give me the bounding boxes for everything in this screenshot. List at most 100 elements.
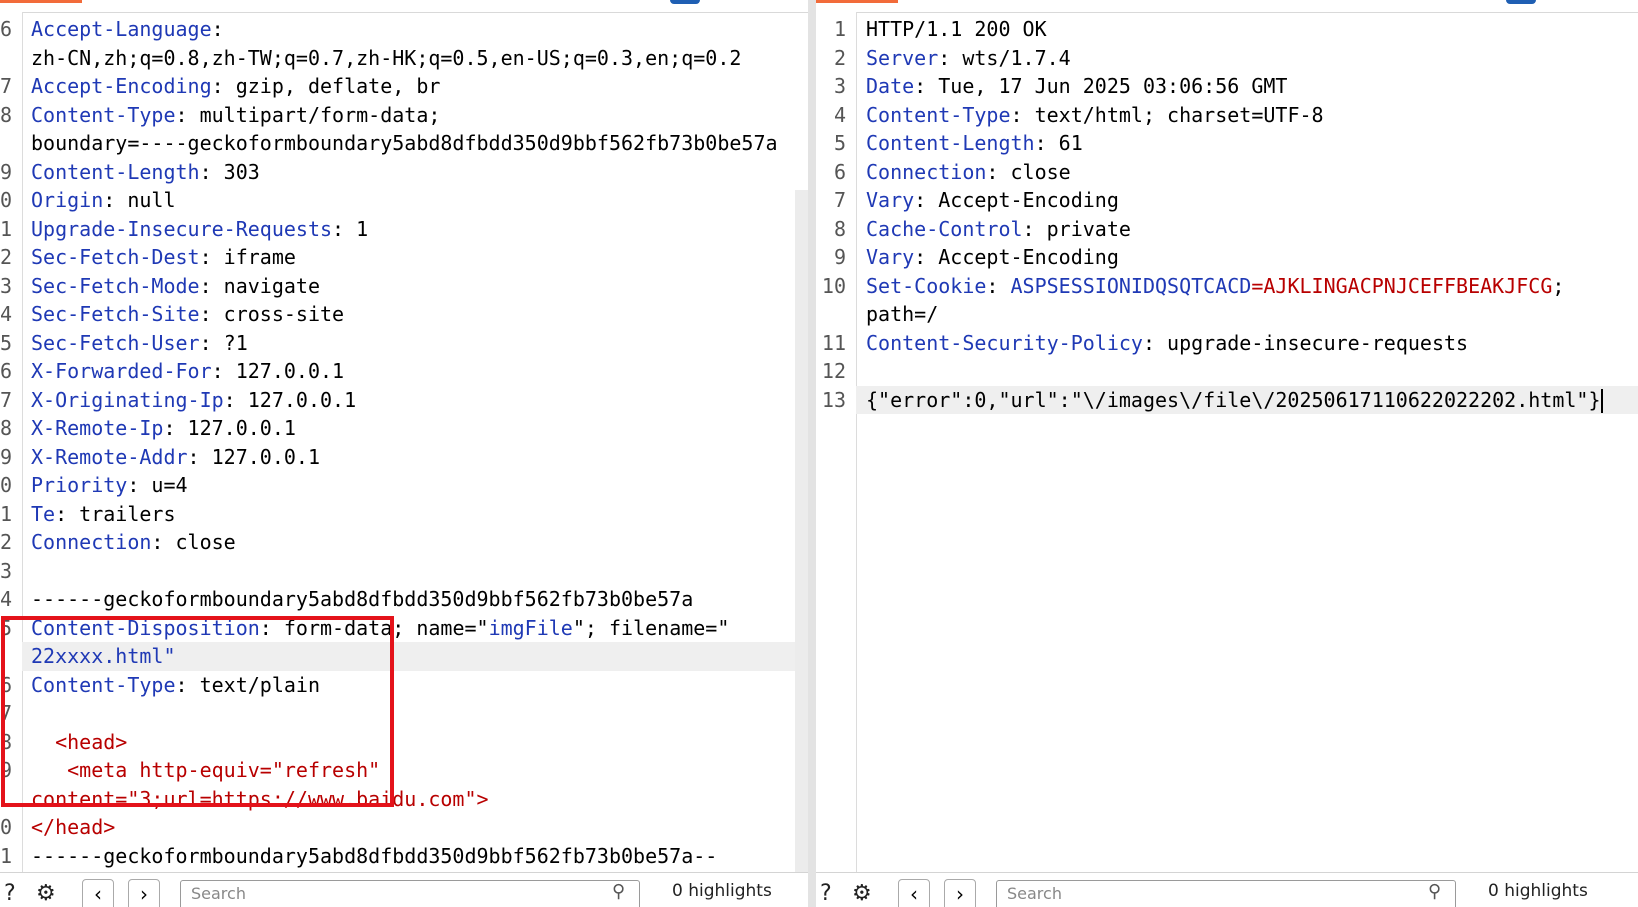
request-tab-chip[interactable] xyxy=(670,0,700,4)
line-text[interactable]: Priority: u=4 xyxy=(31,471,188,500)
line-text[interactable]: Content-Security-Policy: upgrade-insecur… xyxy=(866,329,1468,358)
line-text[interactable]: ------geckoformboundary5abd8dfbdd350d9bb… xyxy=(31,585,693,614)
line-text[interactable]: Content-Length: 61 xyxy=(866,129,1083,158)
code-line[interactable]: 9 Vary: Accept-Encoding xyxy=(816,243,1638,272)
chevron-left-icon[interactable]: ‹ xyxy=(898,879,930,907)
line-number: 0 xyxy=(0,815,13,839)
line-text[interactable]: X-Remote-Addr: 127.0.0.1 xyxy=(31,443,320,472)
code-line[interactable]: 9 X-Remote-Addr: 127.0.0.1 xyxy=(0,443,808,472)
request-editor[interactable]: 6 Accept-Language: zh-CN,zh;q=0.8,zh-TW;q=… xyxy=(0,0,808,907)
line-text[interactable]: Accept-Encoding: gzip, deflate, br xyxy=(31,72,440,101)
code-line[interactable]: 7 X-Originating-Ip: 127.0.0.1 xyxy=(0,386,808,415)
code-line[interactable]: 7 Vary: Accept-Encoding xyxy=(816,186,1638,215)
chevron-right-icon[interactable]: › xyxy=(128,879,160,907)
line-text[interactable]: Server: wts/1.7.4 xyxy=(866,44,1071,73)
line-text[interactable]: Sec-Fetch-Dest: iframe xyxy=(31,243,296,272)
help-icon[interactable]: ? xyxy=(820,879,832,907)
line-text[interactable]: Connection: close xyxy=(31,528,236,557)
code-line[interactable]: 0 Priority: u=4 xyxy=(0,471,808,500)
code-line[interactable]: 1 HTTP/1.1 200 OK xyxy=(816,15,1638,44)
header-name: Server xyxy=(866,45,939,70)
line-text[interactable]: Vary: Accept-Encoding xyxy=(866,243,1119,272)
code-line[interactable]: 6 X-Forwarded-For: 127.0.0.1 xyxy=(0,357,808,386)
line-text[interactable]: </head> xyxy=(31,813,115,842)
line-text[interactable]: Connection: close xyxy=(866,158,1071,187)
code-line[interactable]: 4 Content-Type: text/html; charset=UTF-8 xyxy=(816,101,1638,130)
gear-icon[interactable]: ⚙ xyxy=(36,879,56,907)
line-text[interactable]: Te: trailers xyxy=(31,500,176,529)
line-text[interactable]: X-Remote-Ip: 127.0.0.1 xyxy=(31,414,296,443)
chevron-right-icon[interactable]: › xyxy=(944,879,976,907)
line-text[interactable]: Sec-Fetch-User: ?1 xyxy=(31,329,248,358)
code-line[interactable]: path=/ xyxy=(816,300,1638,329)
line-text[interactable]: ------geckoformboundary5abd8dfbdd350d9bb… xyxy=(31,842,717,871)
gear-icon[interactable]: ⚙ xyxy=(852,879,872,907)
code-line[interactable]: 8 Cache-Control: private xyxy=(816,215,1638,244)
annotation-highlight-box xyxy=(1,616,394,807)
code-line[interactable]: 8 X-Remote-Ip: 127.0.0.1 xyxy=(0,414,808,443)
code-line[interactable]: 6 Accept-Language: xyxy=(0,15,808,44)
code-line[interactable]: 2 Server: wts/1.7.4 xyxy=(816,44,1638,73)
code-line[interactable]: 2 Connection: close xyxy=(0,528,808,557)
response-search-input[interactable]: Search xyxy=(996,880,1456,907)
response-editor[interactable]: 1 HTTP/1.1 200 OK 2 Server: wts/1.7.4 3 Date:… xyxy=(816,0,1638,907)
line-text[interactable]: {"error":0,"url":"\/images\/file\/202506… xyxy=(866,386,1603,415)
code-line[interactable]: 13 {"error":0,"url":"\/images\/file\/2025… xyxy=(816,385,1638,415)
code-line[interactable]: 5 Content-Length: 61 xyxy=(816,129,1638,158)
line-text[interactable]: Date: Tue, 17 Jun 2025 03:06:56 GMT xyxy=(866,72,1287,101)
line-text[interactable]: X-Originating-Ip: 127.0.0.1 xyxy=(31,386,356,415)
help-icon[interactable]: ? xyxy=(4,879,16,907)
code-line[interactable]: 3 Sec-Fetch-Mode: navigate xyxy=(0,272,808,301)
code-line[interactable]: 4 Sec-Fetch-Site: cross-site xyxy=(0,300,808,329)
line-text[interactable]: X-Forwarded-For: 127.0.0.1 xyxy=(31,357,344,386)
request-search-input[interactable]: Search xyxy=(180,880,640,907)
line-text[interactable]: Accept-Language: xyxy=(31,15,224,44)
code-line[interactable]: 12 xyxy=(816,357,1638,386)
header-name: Date xyxy=(866,74,915,98)
code-line[interactable]: 1 ------geckoformboundary5abd8dfbdd350d9b… xyxy=(0,842,808,871)
code-line[interactable]: 4 ------geckoformboundary5abd8dfbdd350d9b… xyxy=(0,585,808,614)
header-value: : null xyxy=(103,188,176,212)
code-line[interactable]: 0 Origin: null xyxy=(0,186,808,215)
header-value: : 303 xyxy=(199,159,260,184)
request-scrollbar[interactable] xyxy=(795,190,808,880)
line-text[interactable]: Sec-Fetch-Mode: navigate xyxy=(31,272,320,301)
code-line[interactable]: 10 Set-Cookie: ASPSESSIONIDQSQTCACD=AJKLI… xyxy=(816,272,1638,301)
code-line[interactable]: 6 Connection: close xyxy=(816,158,1638,187)
code-line[interactable]: 9 Content-Length: 303 xyxy=(0,158,808,187)
chevron-left-icon[interactable]: ‹ xyxy=(82,879,114,907)
code-line[interactable]: 0 </head> xyxy=(0,813,808,842)
line-text[interactable]: Content-Type: text/html; charset=UTF-8 xyxy=(866,101,1324,130)
line-text[interactable]: Vary: Accept-Encoding xyxy=(866,186,1119,215)
line-text[interactable]: Origin: null xyxy=(31,186,176,215)
line-text[interactable]: Sec-Fetch-Site: cross-site xyxy=(31,300,344,329)
line-text[interactable]: Cache-Control: private xyxy=(866,215,1131,244)
line-text[interactable]: Upgrade-Insecure-Requests: 1 xyxy=(31,215,368,244)
response-tab-chip[interactable] xyxy=(1506,0,1536,4)
code-line[interactable]: 1 Te: trailers xyxy=(0,500,808,529)
code-line[interactable]: zh-CN,zh;q=0.8,zh-TW;q=0.7,zh-HK;q=0.5,e… xyxy=(0,44,808,73)
line-text[interactable]: zh-CN,zh;q=0.8,zh-TW;q=0.7,zh-HK;q=0.5,e… xyxy=(31,44,741,73)
line-text[interactable]: path=/ xyxy=(866,300,938,329)
pane-divider[interactable] xyxy=(808,0,816,907)
code-line[interactable]: 1 Upgrade-Insecure-Requests: 1 xyxy=(0,215,808,244)
line-text[interactable]: Set-Cookie: ASPSESSIONIDQSQTCACD=AJKLING… xyxy=(866,272,1564,301)
header-value: : cross-site xyxy=(199,302,345,326)
code-line[interactable]: 11 Content-Security-Policy: upgrade-insec… xyxy=(816,329,1638,358)
cookie-value: AJKLINGACPNJCEFFBEAKJFCG xyxy=(1263,273,1553,298)
code-line[interactable]: 2 Sec-Fetch-Dest: iframe xyxy=(0,243,808,272)
code-line[interactable]: 3 Date: Tue, 17 Jun 2025 03:06:56 GMT xyxy=(816,72,1638,101)
code-line[interactable]: 5 Sec-Fetch-User: ?1 xyxy=(0,329,808,358)
code-line[interactable]: boundary=----geckoformboundary5abd8dfbdd… xyxy=(0,129,808,158)
line-text[interactable]: Content-Length: 303 xyxy=(31,158,260,187)
line-text[interactable]: HTTP/1.1 200 OK xyxy=(866,15,1047,44)
code-line[interactable]: 3 xyxy=(0,557,808,586)
code-line[interactable]: 8 Content-Type: multipart/form-data; xyxy=(0,101,808,130)
line-text[interactable]: boundary=----geckoformboundary5abd8dfbdd… xyxy=(31,129,778,158)
code-line[interactable]: 7 Accept-Encoding: gzip, deflate, br xyxy=(0,72,808,101)
line-number: 3 xyxy=(0,558,13,583)
response-code[interactable]: 1 HTTP/1.1 200 OK 2 Server: wts/1.7.4 3 Date:… xyxy=(816,15,1638,414)
line-text[interactable]: Content-Type: multipart/form-data; xyxy=(31,101,440,130)
header-name: Content-Length xyxy=(31,159,200,184)
text-cursor xyxy=(1600,389,1603,413)
